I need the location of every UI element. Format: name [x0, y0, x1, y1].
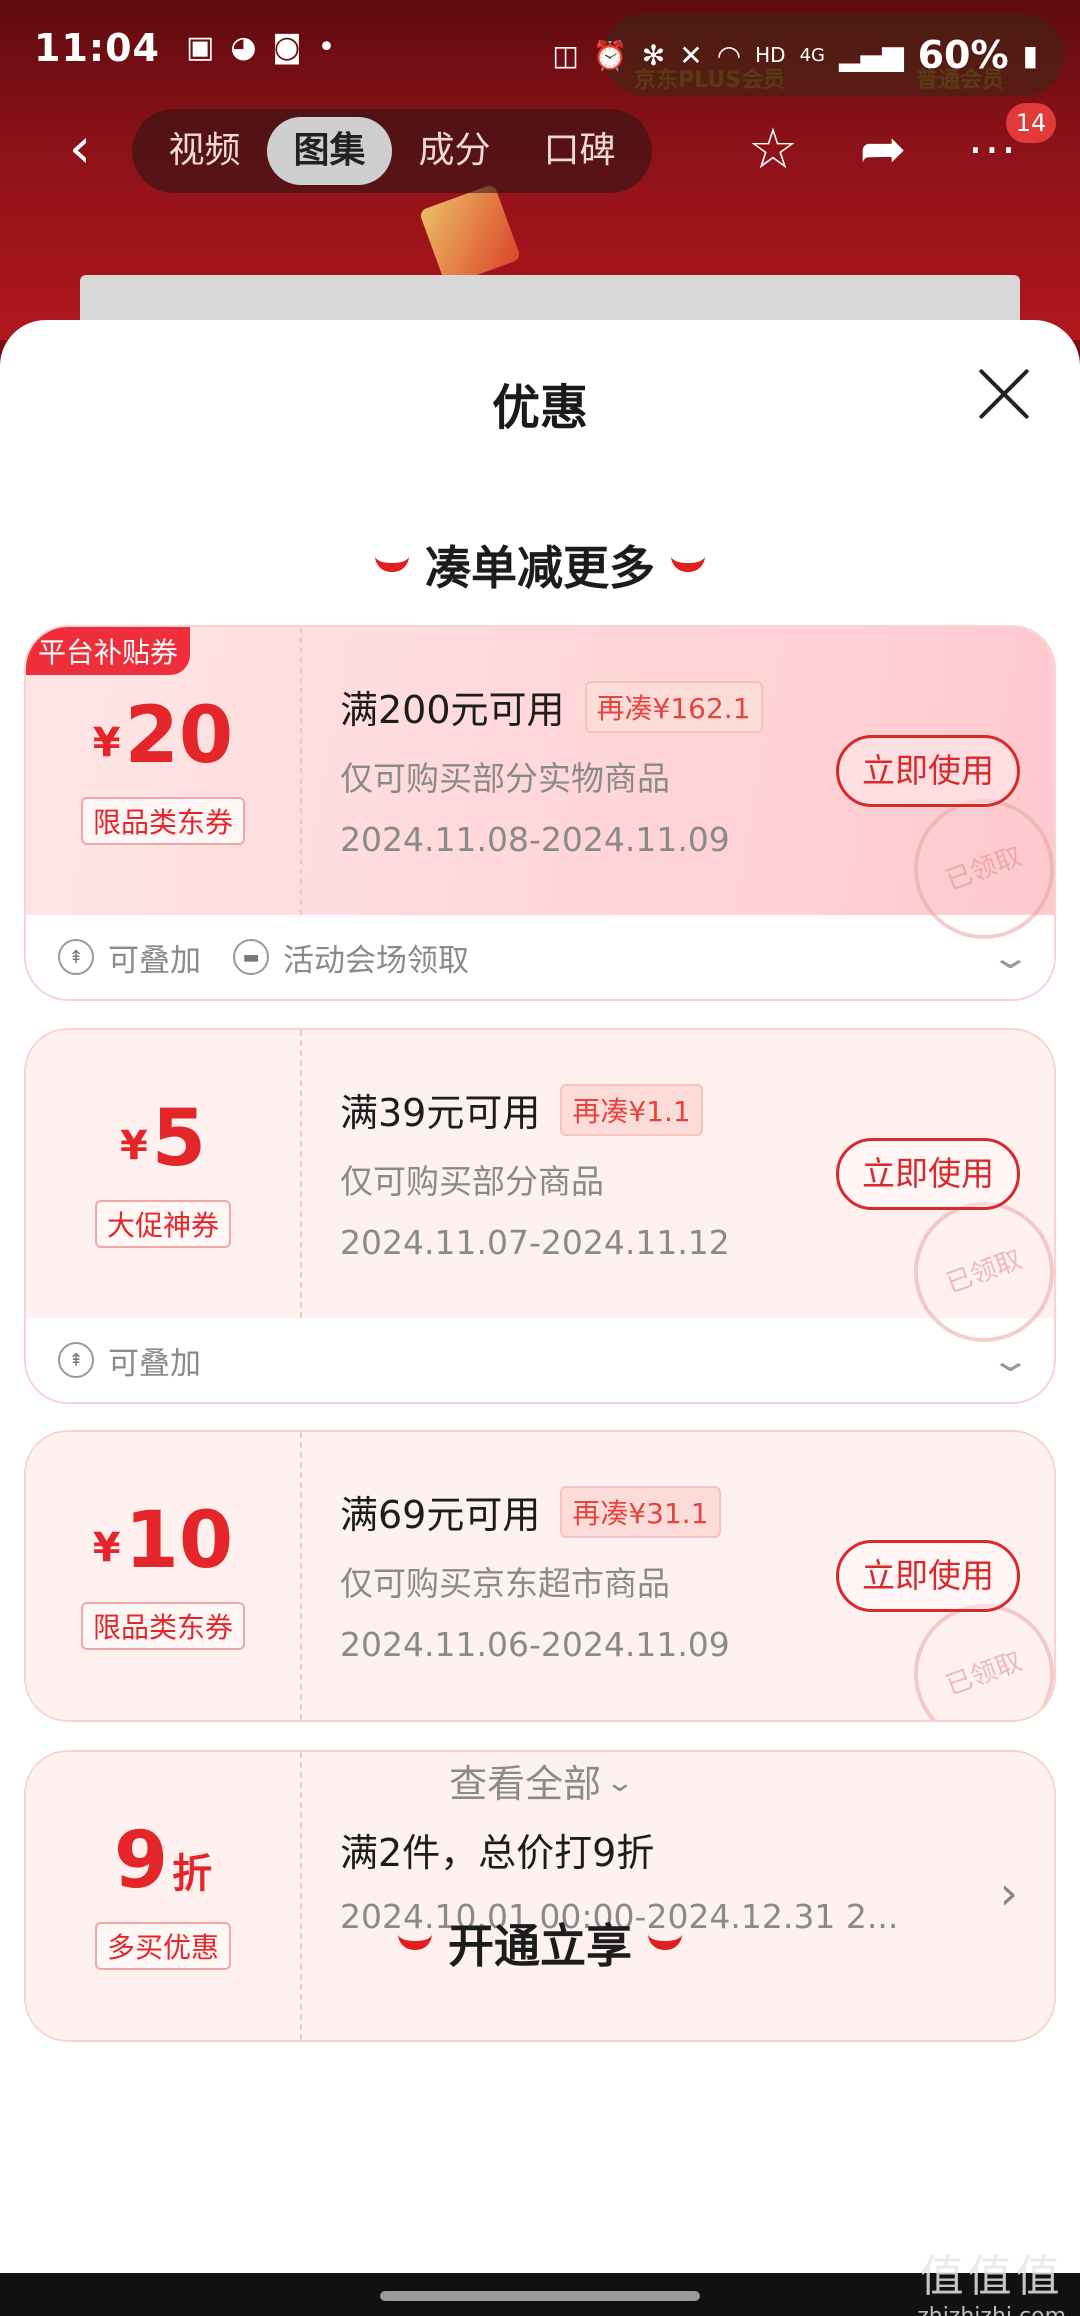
product-image-decoration [418, 183, 522, 287]
stackable-icon: ⇞ [58, 939, 94, 975]
coupon-type-tag: 大促神券 [94, 1200, 231, 1248]
back-arrow-icon[interactable]: ‹ [50, 119, 110, 179]
site-watermark: 值值值 zhizhizhi.com [917, 2240, 1066, 2316]
coupon-condition: 满39元可用 [340, 1091, 541, 1135]
member-level-label: 普通会员 [915, 68, 1004, 93]
smile-decoration-icon [671, 556, 705, 572]
coupon-condition: 满200元可用 [340, 688, 565, 732]
coupon-footer[interactable]: ⇞ 可叠加 ⌄ [26, 1318, 1054, 1402]
network-type-label: 4G [799, 44, 825, 66]
favorite-star-icon[interactable]: ☆ [738, 115, 808, 185]
chevron-down-icon[interactable]: ⌄ [989, 1341, 1032, 1379]
stackable-icon: ⇞ [58, 1342, 94, 1378]
smile-decoration-icon [398, 1934, 432, 1950]
media-tabs: 视频 图集 成分 口碑 [132, 109, 652, 193]
smile-decoration-icon [375, 556, 409, 572]
coupon-card: ¥10 限品类东券 满69元可用 再凑¥31.1 仅可购买京东超市商品 2024… [24, 1430, 1056, 1722]
alarm-icon: ⏰ [592, 38, 628, 72]
discount-sheet: 优惠 凑单减更多 平台补贴券 ¥20 限品类东券 满200元可用 再凑¥162.… [0, 320, 1080, 2275]
watermark-logo: 值值值 [919, 2251, 1064, 2302]
share-icon[interactable]: ➦ [848, 115, 918, 185]
status-right-cluster: 京东PLUS会员 普通会员 ◫ ⏰ ✻ ✕ ◠ HD 4G ▂▄▆ 60% ▮ [552, 14, 1064, 96]
battery-icon: ▮ [1022, 38, 1038, 72]
watermark-url: zhizhizhi.com [917, 2304, 1066, 2316]
currency-symbol: ¥ [92, 1525, 121, 1571]
dot-icon: • [317, 30, 336, 65]
currency-symbol: ¥ [92, 720, 121, 766]
message-count-badge: 14 [1006, 103, 1056, 143]
use-now-button[interactable]: 立即使用 [836, 1138, 1020, 1210]
plus-member-label: 京东PLUS会员 [634, 68, 786, 93]
section-title: 开通立享 [448, 1919, 632, 1973]
sheet-title: 优惠 [491, 380, 588, 436]
venue-ticket-icon: ▬ [233, 939, 269, 975]
venue-claim-label: 活动会场领取 [283, 942, 469, 979]
coupon-value: ¥5 大促神券 [26, 1030, 302, 1318]
tab-reviews[interactable]: 口碑 [517, 117, 642, 185]
close-icon[interactable] [976, 366, 1032, 422]
shopping-bag-icon: ◙ [272, 30, 302, 65]
coupon-amount: 10 [124, 1496, 234, 1586]
stackable-label: 可叠加 [108, 1345, 201, 1382]
status-time: 11:04 [34, 25, 160, 70]
smile-decoration-icon [648, 1934, 682, 1950]
status-bar: 11:04 ▣ ◕ ◙ • 京东PLUS会员 普通会员 ◫ ⏰ ✻ ✕ ◠ HD… [0, 0, 1080, 96]
coupon-type-tag: 限品类东券 [80, 1602, 245, 1650]
coupon-amount: 20 [124, 691, 234, 781]
product-nav-bar: ‹ 视频 图集 成分 口碑 ☆ ➦ ··· 14 [0, 103, 1080, 195]
coupon-value: ¥10 限品类东券 [26, 1432, 302, 1720]
tab-gallery[interactable]: 图集 [267, 117, 392, 185]
tab-ingredients[interactable]: 成分 [392, 117, 517, 185]
view-all-button[interactable]: 查看全部 ⌄ [0, 1753, 1080, 1808]
discount-rate: 9 [113, 1816, 169, 1906]
nfc-icon: ◫ [552, 38, 579, 72]
chevron-down-icon: ⌄ [604, 1768, 636, 1798]
currency-symbol: ¥ [119, 1123, 148, 1169]
view-all-label: 查看全部 [449, 1762, 602, 1806]
coupon-card: ¥5 大促神券 满39元可用 再凑¥1.1 仅可购买部分商品 2024.11.0… [24, 1028, 1056, 1404]
coupon-card: 平台补贴券 ¥20 限品类东券 满200元可用 再凑¥162.1 仅可购买部分实… [24, 625, 1056, 1001]
discount-condition: 满2件，总价打9折 [340, 1831, 655, 1875]
use-now-button[interactable]: 立即使用 [836, 1540, 1020, 1612]
section-title: 凑单减更多 [425, 541, 655, 595]
remaining-amount-tag: 再凑¥1.1 [560, 1083, 703, 1136]
wechat-icon: ◕ [230, 30, 257, 65]
gallery-icon: ▣ [185, 30, 215, 65]
chevron-down-icon[interactable]: ⌄ [989, 938, 1032, 976]
remaining-amount-tag: 再凑¥162.1 [584, 680, 763, 733]
coupon-value: ¥20 限品类东券 [26, 627, 302, 915]
discount-unit: 折 [172, 1851, 213, 1897]
coupon-footer[interactable]: ⇞ 可叠加 ▬ 活动会场领取 ⌄ [26, 915, 1054, 999]
use-now-button[interactable]: 立即使用 [836, 735, 1020, 807]
section-header-more-discount: 凑单减更多 [0, 532, 1080, 598]
home-indicator[interactable] [380, 2291, 700, 2301]
coupon-amount: 5 [151, 1094, 207, 1184]
tab-video[interactable]: 视频 [142, 117, 267, 185]
remaining-amount-tag: 再凑¥31.1 [560, 1485, 721, 1538]
coupon-condition: 满69元可用 [340, 1493, 541, 1537]
section-header-open-enjoy: 开通立享 [0, 1910, 1080, 1976]
coupon-type-tag: 限品类东券 [80, 797, 245, 845]
signal-icon: ▂▄▆ [839, 38, 904, 72]
stackable-label: 可叠加 [108, 942, 201, 979]
